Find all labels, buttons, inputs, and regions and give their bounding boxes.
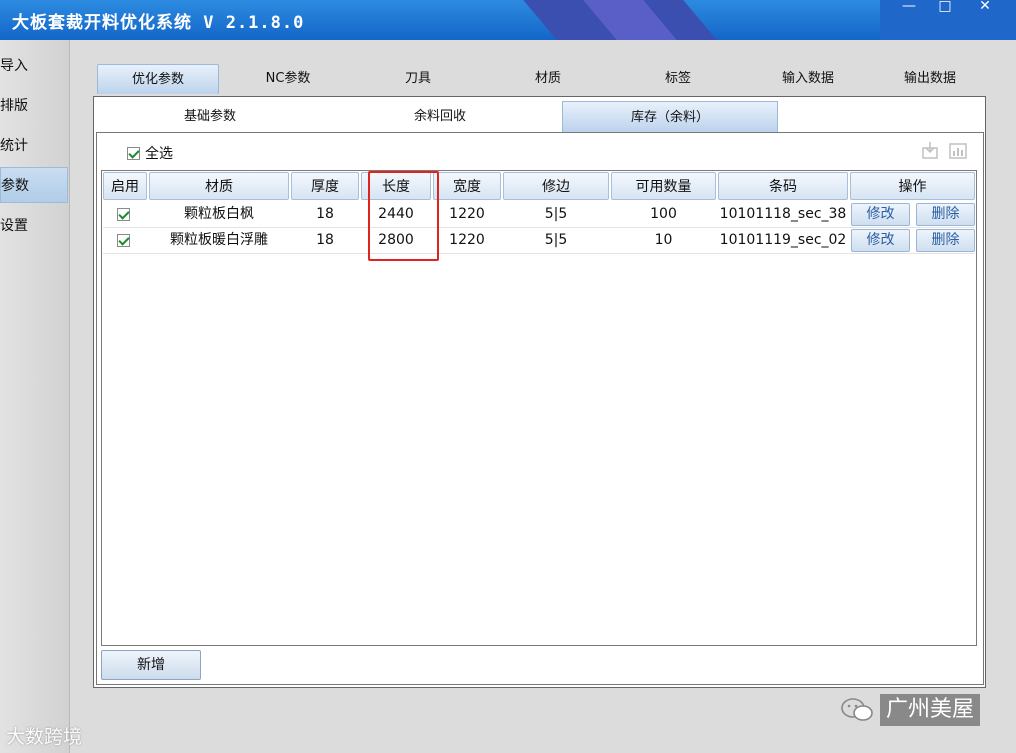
nav-item-layout[interactable]: 排版 bbox=[0, 88, 68, 124]
select-all-label: 全选 bbox=[145, 146, 173, 162]
cell-width: 1220 bbox=[449, 232, 485, 248]
watermark-left-text: 大数跨境 bbox=[6, 726, 83, 748]
tab-nc-params[interactable]: NC参数 bbox=[238, 64, 338, 94]
select-all-checkbox[interactable] bbox=[127, 146, 140, 160]
length-column-highlight bbox=[368, 171, 439, 261]
cell-trim: 5|5 bbox=[544, 232, 568, 248]
nav-item-settings[interactable]: 设置 bbox=[0, 208, 68, 244]
select-all[interactable]: 全选 bbox=[127, 143, 173, 163]
delete-button[interactable]: 删除 bbox=[916, 203, 975, 226]
nav-item-statistics[interactable]: 统计 bbox=[0, 128, 68, 164]
row-divider bbox=[103, 253, 975, 254]
col-header-width[interactable]: 宽度 bbox=[433, 172, 501, 200]
cell-quantity: 100 bbox=[650, 206, 677, 222]
tab-optimize-params[interactable]: 优化参数 bbox=[97, 64, 219, 94]
col-header-thickness[interactable]: 厚度 bbox=[291, 172, 359, 200]
subtab-remnant-recycle[interactable]: 余料回收 bbox=[360, 101, 520, 132]
cell-barcode: 10101118_sec_38 bbox=[719, 206, 847, 222]
nav-item-parameters[interactable]: 参数 bbox=[0, 167, 68, 203]
watermark-right: 广州美屋 bbox=[840, 693, 981, 727]
col-header-trim[interactable]: 修边 bbox=[503, 172, 609, 200]
maximize-button[interactable]: □ bbox=[930, 0, 960, 14]
tab-output-data[interactable]: 输出数据 bbox=[880, 64, 980, 94]
col-header-barcode[interactable]: 条码 bbox=[718, 172, 848, 200]
cell-trim: 5|5 bbox=[544, 206, 568, 222]
cell-thickness: 18 bbox=[316, 232, 334, 248]
title-bar: 大板套裁开料优化系统 V 2.1.8.0 — □ ✕ bbox=[0, 0, 1016, 40]
col-header-material[interactable]: 材质 bbox=[149, 172, 289, 200]
tab-tools[interactable]: 刀具 bbox=[368, 64, 468, 94]
close-button[interactable]: ✕ bbox=[970, 0, 1000, 14]
cell-width: 1220 bbox=[449, 206, 485, 222]
minimize-button[interactable]: — bbox=[894, 0, 924, 14]
row-enabled-checkbox[interactable] bbox=[117, 208, 130, 221]
edit-button[interactable]: 修改 bbox=[851, 203, 910, 226]
left-nav: 导入 排版 统计 参数 设置 bbox=[0, 40, 70, 753]
tab-label[interactable]: 标签 bbox=[628, 64, 728, 94]
row-enabled-checkbox[interactable] bbox=[117, 234, 130, 247]
subtab-inventory[interactable]: 库存（余料） bbox=[562, 101, 778, 132]
col-header-actions[interactable]: 操作 bbox=[850, 172, 975, 200]
cell-material: 颗粒板暖白浮雕 bbox=[170, 232, 268, 248]
cell-thickness: 18 bbox=[316, 206, 334, 222]
cell-material: 颗粒板白枫 bbox=[184, 206, 254, 222]
delete-button[interactable]: 删除 bbox=[916, 229, 975, 252]
tab-input-data[interactable]: 输入数据 bbox=[758, 64, 858, 94]
chart-icon[interactable] bbox=[948, 140, 968, 160]
subtab-basic-params[interactable]: 基础参数 bbox=[130, 101, 290, 132]
col-header-quantity[interactable]: 可用数量 bbox=[611, 172, 716, 200]
tab-material[interactable]: 材质 bbox=[498, 64, 598, 94]
cell-barcode: 10101119_sec_02 bbox=[719, 232, 847, 248]
watermark-left: 大数跨境 bbox=[6, 722, 82, 749]
edit-button[interactable]: 修改 bbox=[851, 229, 910, 252]
nav-item-import[interactable]: 导入 bbox=[0, 48, 68, 84]
cell-quantity: 10 bbox=[654, 232, 673, 248]
col-header-enabled[interactable]: 启用 bbox=[103, 172, 147, 200]
app-title: 大板套裁开料优化系统 V 2.1.8.0 bbox=[12, 13, 305, 33]
import-icon[interactable] bbox=[920, 140, 940, 160]
add-button[interactable]: 新增 bbox=[101, 650, 201, 680]
watermark-right-text: 广州美屋 bbox=[880, 694, 981, 726]
wechat-icon bbox=[841, 698, 873, 721]
